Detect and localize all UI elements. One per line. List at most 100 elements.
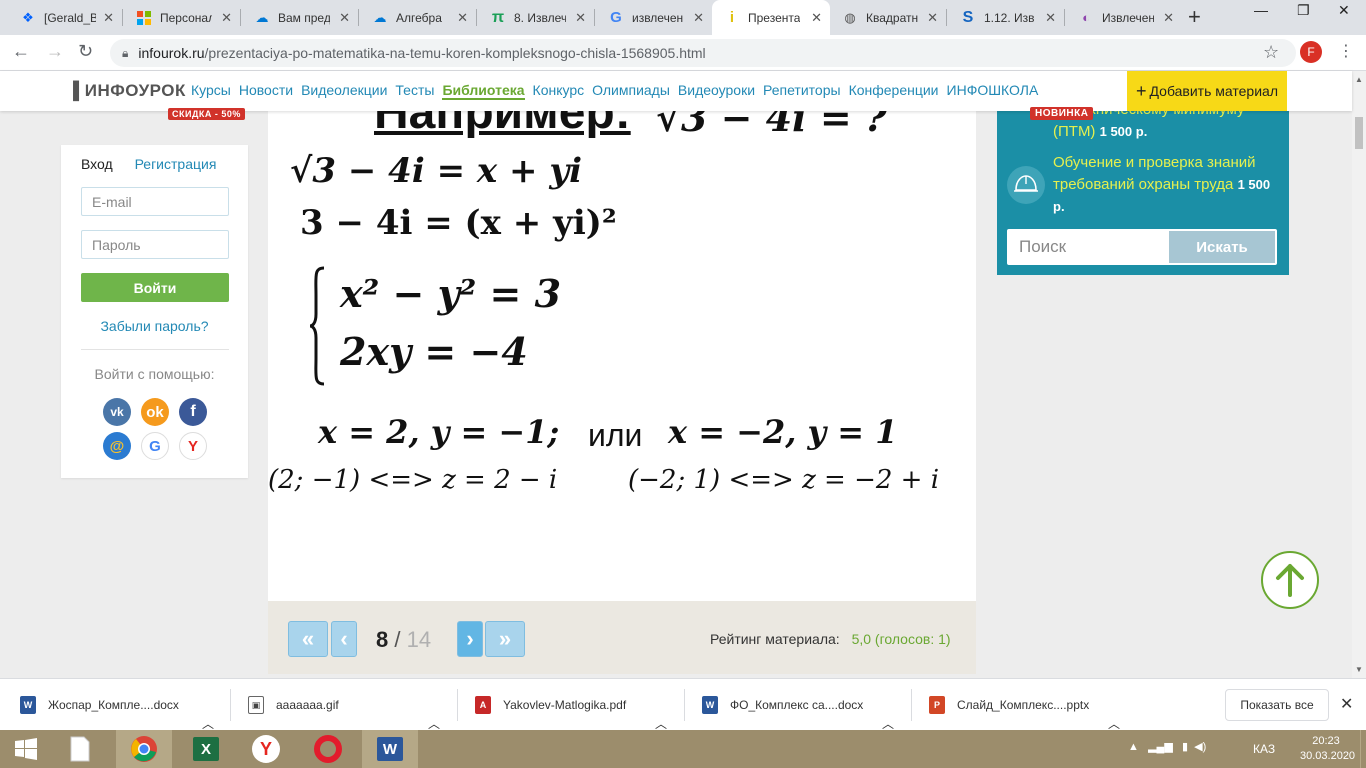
google-icon[interactable]: G <box>141 432 169 460</box>
site-logo[interactable]: ▐ ИНФОУРОК <box>67 81 186 101</box>
window-close-button[interactable]: ✕ <box>1338 2 1350 19</box>
profile-avatar[interactable]: F <box>1300 41 1322 63</box>
close-icon[interactable]: ✕ <box>221 10 232 26</box>
nav-tutors[interactable]: Репетиторы <box>763 82 841 100</box>
add-material-button[interactable]: + Добавить материал <box>1127 71 1287 111</box>
page-scrollbar[interactable]: ▲ ▼ <box>1352 71 1366 678</box>
browser-tab[interactable]: π 8. Извлеч ✕ <box>478 0 594 35</box>
minimize-button[interactable]: — <box>1254 2 1268 18</box>
vk-icon[interactable]: vk <box>103 398 131 426</box>
show-desktop-button[interactable] <box>1360 730 1366 768</box>
volume-icon[interactable]: ◀) <box>1194 741 1206 753</box>
nav-contest[interactable]: Конкурс <box>533 82 585 100</box>
word-taskbar-icon[interactable]: W <box>362 730 418 768</box>
close-icon[interactable]: ✕ <box>103 10 114 26</box>
browser-menu-icon[interactable]: ⋮ <box>1338 41 1354 61</box>
mailru-icon[interactable]: @ <box>103 432 131 460</box>
forgot-password-link[interactable]: Забыли пароль? <box>61 318 248 334</box>
divider <box>684 689 685 721</box>
login-button[interactable]: Войти <box>81 273 229 302</box>
scroll-down-arrow-icon[interactable]: ▼ <box>1355 665 1363 674</box>
google-icon: G <box>610 9 622 26</box>
search-input[interactable]: Поиск <box>1019 237 1066 257</box>
search-button[interactable]: Искать <box>1169 231 1275 263</box>
back-arrow-icon[interactable]: ← <box>12 41 30 62</box>
url-field[interactable]: 🔒︎ infourok.ru/prezentaciya-po-matematik… <box>110 39 1296 67</box>
download-item[interactable]: W ФО_Комплекс са....docx <box>702 679 863 731</box>
scroll-to-top-button[interactable] <box>1261 551 1319 609</box>
opera-taskbar-icon[interactable] <box>302 730 354 768</box>
reload-icon[interactable]: ↻ <box>78 41 93 62</box>
downloads-bar: W Жоспар_Комплe....docx ︿ ▣ ааааааа.gif … <box>0 678 1366 731</box>
browser-tab[interactable]: Персонал ✕ <box>124 0 240 35</box>
file-explorer-taskbar-icon[interactable] <box>54 730 106 768</box>
close-icon[interactable]: ✕ <box>339 10 350 26</box>
scroll-up-arrow-icon[interactable]: ▲ <box>1355 75 1363 84</box>
tab-login[interactable]: Вход <box>81 156 113 172</box>
browser-tab[interactable]: ☁ Вам пред ✕ <box>242 0 358 35</box>
close-icon[interactable]: ✕ <box>457 10 468 26</box>
course-link[interactable]: Обучение и проверка знаний требований ох… <box>1053 152 1283 218</box>
close-icon[interactable]: ✕ <box>1045 10 1056 26</box>
windows-logo-icon <box>15 738 37 760</box>
forward-arrow-icon[interactable]: → <box>46 41 64 62</box>
nav-conferences[interactable]: Конференции <box>849 82 939 100</box>
nav-olympiads[interactable]: Олимпиады <box>592 82 670 100</box>
pdf-file-icon: A <box>475 696 491 714</box>
battery-icon[interactable]: ▮ <box>1182 741 1188 753</box>
show-all-downloads-button[interactable]: Показать все <box>1225 689 1329 721</box>
scrollbar-thumb[interactable] <box>1355 117 1363 149</box>
nav-library[interactable]: Библиотека <box>442 82 525 100</box>
address-bar-row: ← → ↻ 🔒︎ infourok.ru/prezentaciya-po-mat… <box>0 35 1366 71</box>
browser-tab[interactable]: ☁ Алгебра ✕ <box>360 0 476 35</box>
browser-tab[interactable]: ◐ Извлечен ✕ <box>1066 0 1182 35</box>
tab-register[interactable]: Регистрация <box>135 156 217 172</box>
browser-tab[interactable]: ◍ Квадратн ✕ <box>830 0 946 35</box>
last-slide-button[interactable]: » <box>485 621 525 657</box>
nav-videolessons[interactable]: Видеоуроки <box>678 82 755 100</box>
browser-tab[interactable]: ❖ [Gerald_B ✕ <box>8 0 122 35</box>
facebook-icon[interactable]: f <box>179 398 207 426</box>
chrome-taskbar-icon[interactable] <box>116 730 172 768</box>
next-slide-button[interactable]: › <box>457 621 483 657</box>
nav-tests[interactable]: Тесты <box>395 82 434 100</box>
browser-tab[interactable]: S 1.12. Изв ✕ <box>948 0 1064 35</box>
tab-divider <box>476 9 477 26</box>
yandex-icon[interactable]: Y <box>179 432 207 460</box>
restore-button[interactable]: ❐ <box>1297 2 1310 19</box>
arrow-up-icon <box>1276 564 1304 597</box>
close-icon[interactable]: ✕ <box>927 10 938 26</box>
tab-divider <box>594 9 595 26</box>
close-icon[interactable]: ✕ <box>575 10 586 26</box>
previous-slide-button[interactable]: ‹ <box>331 621 357 657</box>
close-icon[interactable]: ✕ <box>693 10 704 26</box>
close-icon[interactable]: ✕ <box>811 10 822 26</box>
bookmark-star-icon[interactable]: ☆ <box>1263 42 1279 63</box>
download-item[interactable]: P Слайд_Комплекс....pptx <box>929 679 1089 731</box>
nav-infoschool[interactable]: ИНФОШКОЛА <box>947 82 1039 100</box>
first-slide-button[interactable]: « <box>288 621 328 657</box>
close-icon[interactable]: ✕ <box>1340 694 1353 714</box>
nav-news[interactable]: Новости <box>239 82 293 100</box>
password-field[interactable]: Пароль <box>81 230 229 259</box>
new-tab-button[interactable]: + <box>1188 4 1201 30</box>
network-icon[interactable]: ▂▄▆ <box>1148 741 1173 753</box>
email-field[interactable]: E-mail <box>81 187 229 216</box>
start-button[interactable] <box>0 730 52 768</box>
odnoklassniki-icon[interactable]: ok <box>141 398 169 426</box>
solution-2: x = −2, y = 1 <box>668 413 898 451</box>
close-icon[interactable]: ✕ <box>1163 10 1174 26</box>
download-item[interactable]: A Yakovlev-Matlogika.pdf <box>475 679 626 731</box>
excel-taskbar-icon[interactable]: X <box>180 730 232 768</box>
yandex-taskbar-icon[interactable]: Y <box>240 730 292 768</box>
taskbar-clock[interactable]: 20:23 30.03.2020 <box>1300 734 1355 764</box>
browser-tab[interactable]: G извлечен ✕ <box>596 0 712 35</box>
download-item[interactable]: ▣ ааааааа.gif <box>248 679 339 731</box>
nav-courses[interactable]: Курсы <box>191 82 231 100</box>
presentation-slide: Например: √3 − 4i = ? √3 − 4i = x + yi 3… <box>268 111 976 601</box>
language-indicator[interactable]: КАЗ <box>1253 742 1275 756</box>
browser-tab-active[interactable]: i Презента ✕ <box>712 0 830 35</box>
nav-videolectures[interactable]: Видеолекции <box>301 82 387 100</box>
download-item[interactable]: W Жоспар_Комплe....docx <box>20 679 179 731</box>
show-hidden-icons-icon[interactable]: ▲ <box>1128 741 1139 753</box>
